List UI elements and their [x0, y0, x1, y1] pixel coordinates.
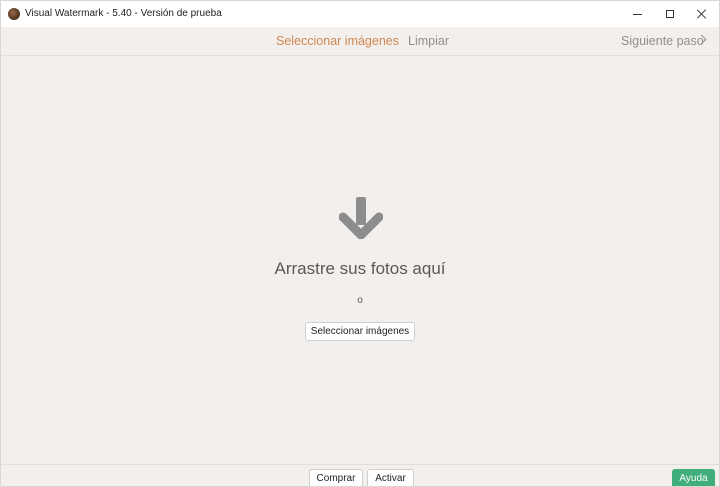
- window-title: Visual Watermark - 5.40 - Versión de pru…: [25, 8, 222, 19]
- minimize-icon: [632, 13, 642, 15]
- select-images-button[interactable]: Seleccionar imágenes: [305, 322, 415, 341]
- drop-zone[interactable]: Arrastre sus fotos aquí o Seleccionar im…: [1, 56, 719, 464]
- bottom-bar: Comprar Activar Ayuda: [1, 464, 719, 486]
- clear-link[interactable]: Limpiar: [408, 34, 449, 48]
- buy-button[interactable]: Comprar: [309, 469, 363, 486]
- app-logo-icon: [8, 8, 20, 20]
- title-bar: Visual Watermark - 5.40 - Versión de pru…: [1, 1, 719, 27]
- top-toolbar: Seleccionar imágenes Limpiar Siguiente p…: [1, 27, 719, 56]
- or-separator: o: [357, 295, 363, 306]
- select-images-link[interactable]: Seleccionar imágenes: [276, 34, 399, 48]
- drop-heading: Arrastre sus fotos aquí: [274, 259, 446, 278]
- activate-button[interactable]: Activar: [367, 469, 414, 486]
- maximize-icon: [666, 10, 674, 18]
- next-step-link[interactable]: Siguiente paso: [621, 34, 704, 48]
- minimize-button[interactable]: [620, 1, 654, 27]
- close-button[interactable]: [685, 1, 719, 27]
- arrow-down-icon: [339, 197, 383, 239]
- maximize-button[interactable]: [653, 1, 687, 27]
- close-icon: [697, 9, 707, 19]
- help-button[interactable]: Ayuda: [672, 469, 715, 486]
- app-window: Visual Watermark - 5.40 - Versión de pru…: [0, 0, 720, 487]
